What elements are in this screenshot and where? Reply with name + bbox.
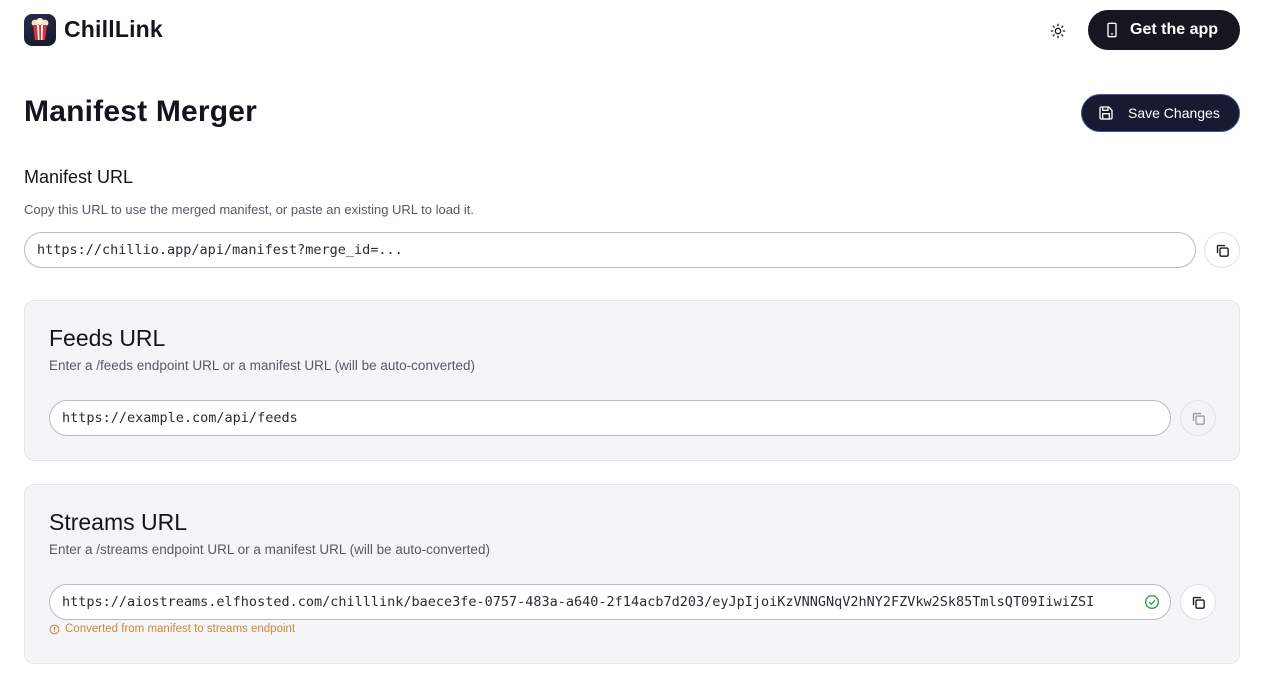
save-changes-button[interactable]: Save Changes bbox=[1081, 94, 1240, 132]
save-icon bbox=[1099, 106, 1113, 120]
copy-icon bbox=[1192, 596, 1205, 609]
streams-card: Streams URL Enter a /streams endpoint UR… bbox=[24, 484, 1240, 664]
conversion-notice: Converted from manifest to streams endpo… bbox=[49, 623, 295, 635]
brand-name: ChillLink bbox=[64, 16, 163, 42]
save-changes-label: Save Changes bbox=[1128, 105, 1220, 121]
conversion-notice-text: Converted from manifest to streams endpo… bbox=[65, 623, 296, 635]
page-title: Manifest Merger bbox=[24, 95, 258, 128]
copy-feeds-url-button[interactable] bbox=[1180, 400, 1216, 436]
streams-url-description: Enter a /streams endpoint URL or a manif… bbox=[49, 542, 490, 557]
check-circle-icon bbox=[1145, 595, 1159, 609]
copy-streams-url-button[interactable] bbox=[1180, 584, 1216, 620]
streams-url-input[interactable]: https://aiostreams.elfhosted.com/chillli… bbox=[49, 584, 1171, 620]
sun-icon bbox=[1050, 23, 1066, 39]
popcorn-icon[interactable] bbox=[24, 14, 56, 46]
feeds-card: Feeds URL Enter a /feeds endpoint URL or… bbox=[24, 300, 1240, 461]
copy-icon bbox=[1192, 412, 1205, 425]
copy-icon bbox=[1216, 244, 1229, 257]
feeds-url-input[interactable]: https://example.com/api/feeds bbox=[49, 400, 1171, 436]
streams-url-heading: Streams URL bbox=[49, 509, 188, 535]
smartphone-icon bbox=[1107, 22, 1117, 38]
feeds-url-description: Enter a /feeds endpoint URL or a manifes… bbox=[49, 358, 475, 373]
manifest-url-heading: Manifest URL bbox=[24, 167, 134, 187]
theme-toggle-button[interactable] bbox=[1046, 19, 1070, 43]
get-app-button[interactable]: Get the app bbox=[1088, 10, 1240, 50]
streams-url-value: https://aiostreams.elfhosted.com/chillli… bbox=[62, 594, 1095, 610]
info-circle-icon bbox=[49, 624, 60, 634]
copy-manifest-url-button[interactable] bbox=[1204, 232, 1240, 268]
get-app-label: Get the app bbox=[1130, 21, 1219, 38]
manifest-url-description: Copy this URL to use the merged manifest… bbox=[24, 202, 474, 217]
feeds-url-heading: Feeds URL bbox=[49, 325, 166, 351]
manifest-url-input[interactable]: https://chillio.app/api/manifest?merge_i… bbox=[24, 232, 1196, 268]
